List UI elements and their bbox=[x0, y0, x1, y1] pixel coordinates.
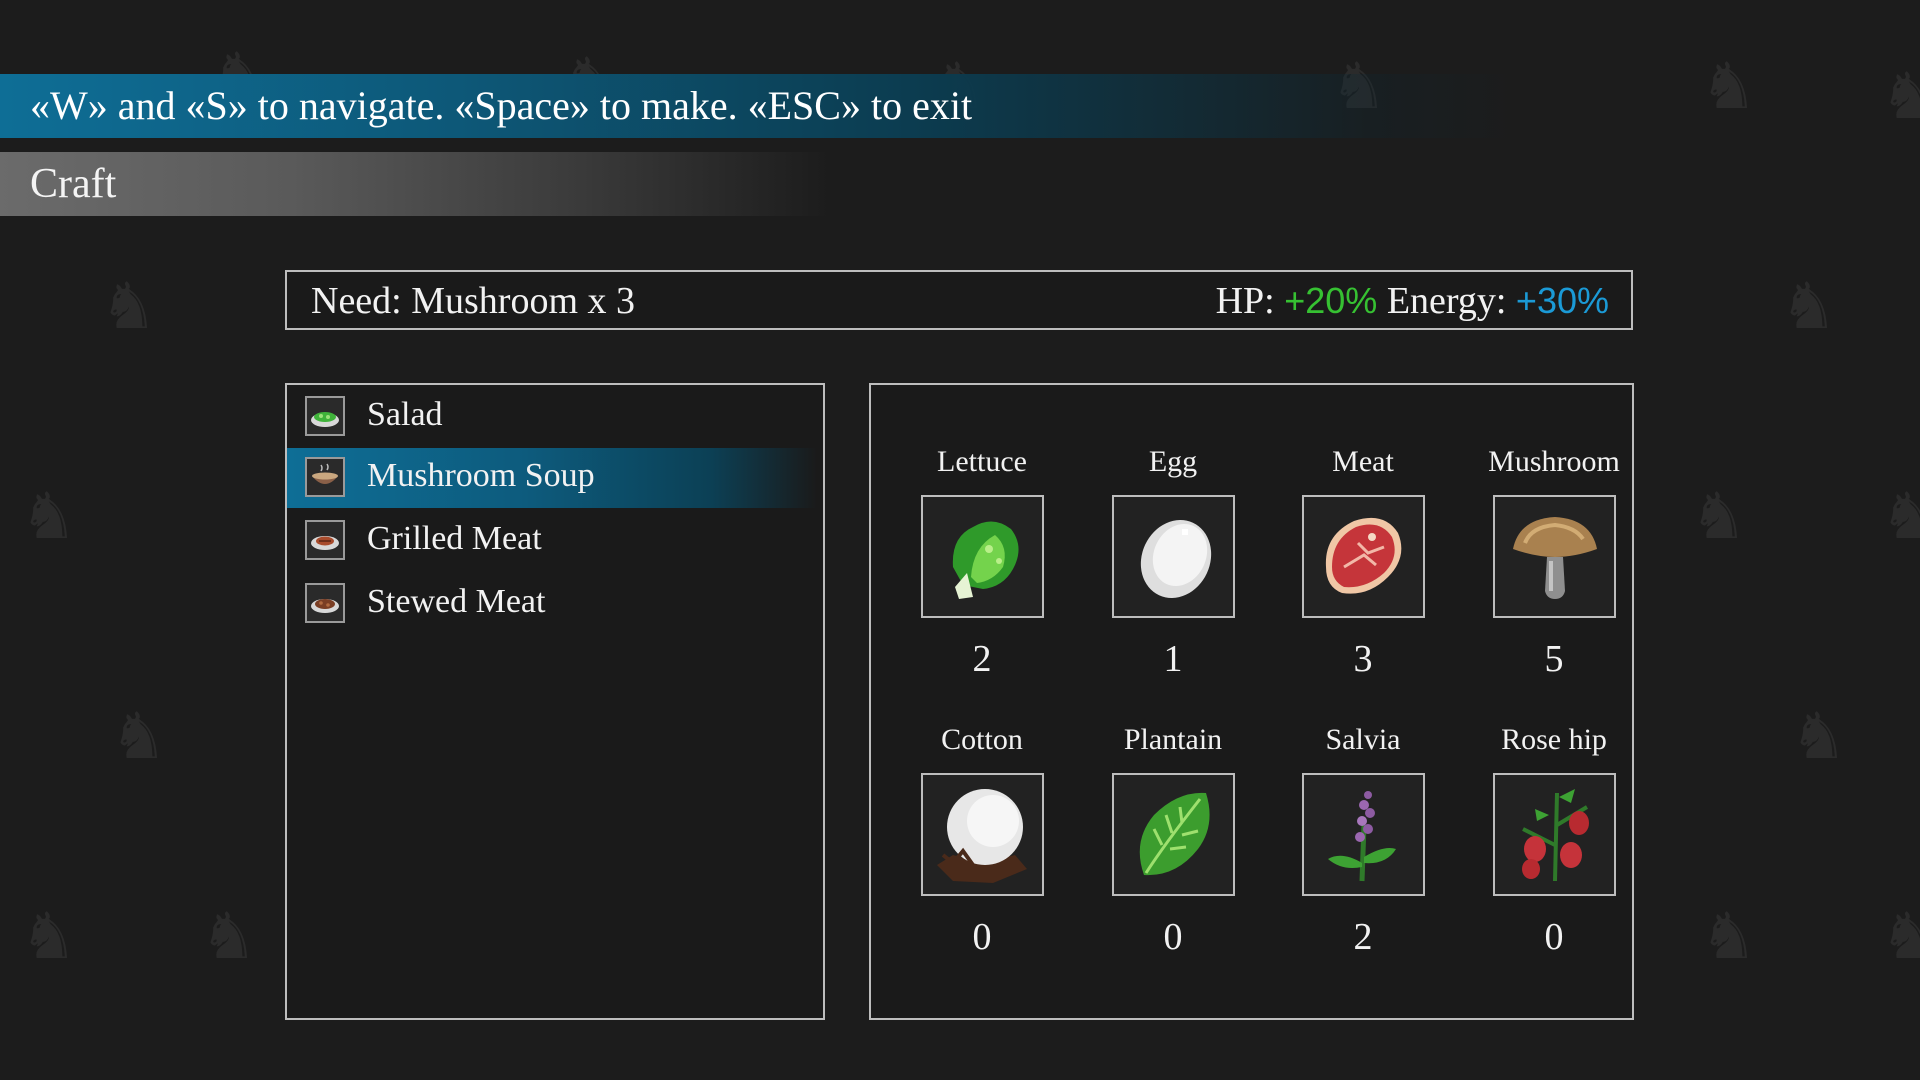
recipe-label: Salad bbox=[367, 396, 443, 433]
ingredient-plantain: Plantain 0 bbox=[1078, 723, 1268, 963]
ingredient-count: 5 bbox=[1544, 638, 1564, 680]
recipe-list-panel: Salad Mushroom Soup Grilled Meat Stewed … bbox=[285, 383, 825, 1020]
hp-label: HP: bbox=[1215, 280, 1275, 322]
ingredients-panel: Lettuce 2 Egg 1 Meat 3 Mushroom 5 Cotton… bbox=[869, 383, 1634, 1020]
ingredient-mushroom: Mushroom 5 bbox=[1459, 445, 1649, 685]
ingredient-name: Rose hip bbox=[1501, 723, 1607, 756]
plantain-leaf-icon bbox=[1112, 773, 1235, 896]
ingredient-egg: Egg 1 bbox=[1078, 445, 1268, 685]
ingredient-name: Mushroom bbox=[1488, 445, 1620, 478]
ingredient-name: Salvia bbox=[1325, 723, 1401, 756]
salad-bowl-icon bbox=[305, 396, 345, 436]
recipe-item-salad[interactable]: Salad bbox=[287, 387, 817, 447]
controls-hint-text: «W» and «S» to navigate. «Space» to make… bbox=[30, 83, 973, 128]
recipe-label: Grilled Meat bbox=[367, 520, 542, 557]
screen-title-bar: Craft bbox=[0, 152, 830, 216]
ingredient-count: 0 bbox=[1163, 916, 1183, 958]
ingredient-name: Meat bbox=[1332, 445, 1394, 478]
requirement-text: Need: Mushroom x 3 bbox=[311, 280, 636, 322]
salvia-icon bbox=[1302, 773, 1425, 896]
ingredient-rose-hip: Rose hip 0 bbox=[1459, 723, 1649, 963]
hp-value: +20% bbox=[1284, 280, 1378, 321]
ingredient-salvia: Salvia 2 bbox=[1268, 723, 1458, 963]
ingredient-count: 3 bbox=[1353, 638, 1373, 680]
ingredient-name: Cotton bbox=[941, 723, 1023, 756]
cotton-icon bbox=[921, 773, 1044, 896]
ingredient-count: 0 bbox=[972, 916, 992, 958]
ingredient-count: 0 bbox=[1544, 916, 1564, 958]
ingredient-lettuce: Lettuce 2 bbox=[887, 445, 1077, 685]
energy-value: +30% bbox=[1515, 280, 1609, 321]
ingredient-name: Egg bbox=[1148, 445, 1198, 478]
recipe-item-mushroom-soup[interactable]: Mushroom Soup bbox=[287, 448, 817, 508]
ingredient-cotton: Cotton 0 bbox=[887, 723, 1077, 963]
recipe-label: Stewed Meat bbox=[367, 583, 546, 620]
ingredient-meat: Meat 3 bbox=[1268, 445, 1458, 685]
recipe-item-stewed-meat[interactable]: Stewed Meat bbox=[287, 574, 817, 634]
recipe-stats: HP: +20% Energy: +30% bbox=[1216, 279, 1609, 323]
egg-icon bbox=[1112, 495, 1235, 618]
ingredient-count: 1 bbox=[1163, 638, 1183, 680]
ingredient-count: 2 bbox=[1353, 916, 1373, 958]
recipe-item-grilled-meat[interactable]: Grilled Meat bbox=[287, 511, 817, 571]
lettuce-icon bbox=[921, 495, 1044, 618]
mushroom-icon bbox=[1493, 495, 1616, 618]
meat-icon bbox=[1302, 495, 1425, 618]
ingredient-name: Lettuce bbox=[937, 445, 1027, 478]
grilled-meat-plate-icon bbox=[305, 520, 345, 560]
energy-label: Energy: bbox=[1386, 280, 1507, 322]
recipe-requirement-box: Need: Mushroom x 3 HP: +20% Energy: +30% bbox=[285, 270, 1633, 330]
recipe-label: Mushroom Soup bbox=[367, 457, 595, 494]
stewed-meat-plate-icon bbox=[305, 583, 345, 623]
soup-bowl-icon bbox=[305, 457, 345, 497]
controls-hint-bar: «W» and «S» to navigate. «Space» to make… bbox=[0, 74, 1520, 138]
screen-title: Craft bbox=[30, 161, 117, 207]
rose-hip-icon bbox=[1493, 773, 1616, 896]
ingredient-name: Plantain bbox=[1123, 723, 1223, 756]
ingredient-count: 2 bbox=[972, 638, 992, 680]
